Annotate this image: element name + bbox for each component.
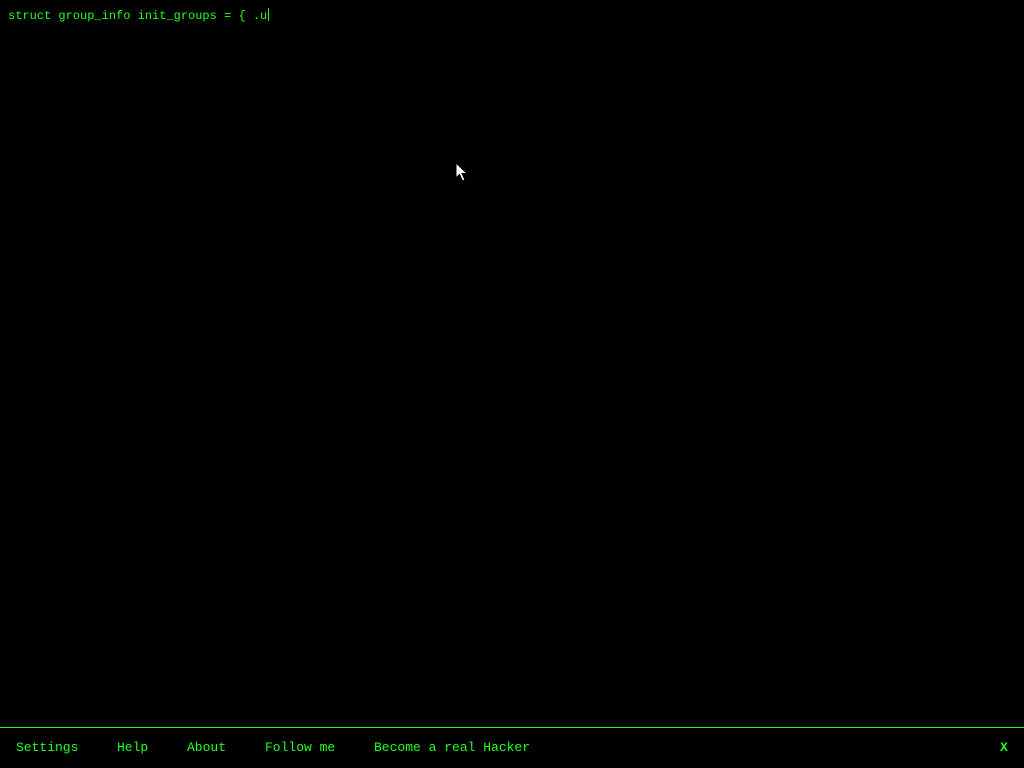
- menu-item-settings[interactable]: Settings: [16, 740, 78, 756]
- mouse-pointer-icon: [455, 162, 469, 182]
- menu-item-help[interactable]: Help: [117, 740, 148, 756]
- menu-item-become-hacker[interactable]: Become a real Hacker: [374, 740, 530, 756]
- text-caret-icon: [268, 8, 270, 21]
- close-button[interactable]: X: [1000, 740, 1008, 756]
- bottom-menu-bar: Settings Help About Follow me Become a r…: [0, 727, 1024, 768]
- menu-item-about[interactable]: About: [187, 740, 226, 756]
- code-output-line: struct group_info init_groups = { .u: [8, 8, 270, 24]
- menu-item-follow-me[interactable]: Follow me: [265, 740, 335, 756]
- code-text: struct group_info init_groups = { .u: [8, 9, 268, 23]
- terminal-area[interactable]: struct group_info init_groups = { .u: [0, 0, 1024, 726]
